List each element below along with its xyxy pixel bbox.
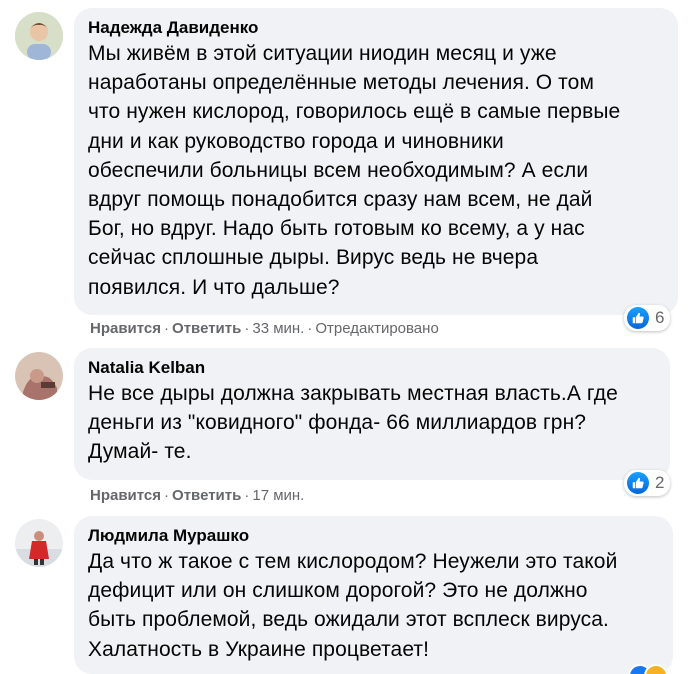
separator-dot: ·	[307, 320, 313, 337]
reaction-count-badge[interactable]: 6	[624, 305, 671, 331]
separator-dot: ·	[164, 320, 170, 337]
reply-link[interactable]: Ответить	[172, 487, 241, 504]
avatar[interactable]	[15, 519, 63, 567]
comment-time[interactable]: 17 мин.	[252, 487, 304, 504]
comment-author[interactable]: Natalia Kelban	[88, 357, 656, 379]
avatar-photo-icon	[15, 519, 63, 567]
reply-link[interactable]: Ответить	[172, 320, 241, 337]
separator-dot: ·	[164, 487, 170, 504]
avatar[interactable]	[15, 352, 63, 400]
avatar[interactable]	[15, 12, 63, 60]
comment-text: Не все дыры должна закрывать местная вла…	[88, 382, 618, 464]
like-link[interactable]: Нравится	[90, 320, 161, 337]
comment-actions: Нравится · Ответить · 17 мин.	[90, 486, 304, 506]
separator-dot: ·	[244, 320, 250, 337]
comment-text: Мы живём в этой ситуации ниодин месяц и …	[88, 42, 621, 299]
comment-time[interactable]: 33 мин.	[252, 320, 304, 337]
comment-actions: Нравится · Ответить · 33 мин. · Отредактирован…	[90, 319, 439, 339]
comment-bubble: Natalia Kelban Не все дыры должна закрыв…	[74, 348, 670, 480]
separator-dot: ·	[244, 487, 250, 504]
avatar-photo-icon	[15, 352, 63, 400]
reaction-icons-partial[interactable]	[628, 664, 676, 674]
like-reaction-icon	[627, 472, 649, 494]
comment-text: Да что ж такое с тем кислородом? Неужели…	[88, 550, 618, 661]
avatar-photo-icon	[15, 12, 63, 60]
like-link[interactable]: Нравится	[90, 487, 161, 504]
comment-author[interactable]: Надежда Давиденко	[88, 17, 664, 39]
comment-bubble: Надежда Давиденко Мы живём в этой ситуац…	[74, 8, 678, 315]
like-reaction-icon	[627, 307, 649, 329]
reaction-count-badge[interactable]: 2	[624, 470, 671, 496]
reaction-count: 2	[655, 473, 665, 492]
comment-bubble: Людмила Мурашко Да что ж такое с тем кис…	[74, 516, 673, 674]
reaction-icon	[644, 664, 668, 674]
reaction-count: 6	[655, 308, 665, 327]
comment-author[interactable]: Людмила Мурашко	[88, 525, 659, 547]
edited-label[interactable]: Отредактировано	[315, 320, 438, 337]
